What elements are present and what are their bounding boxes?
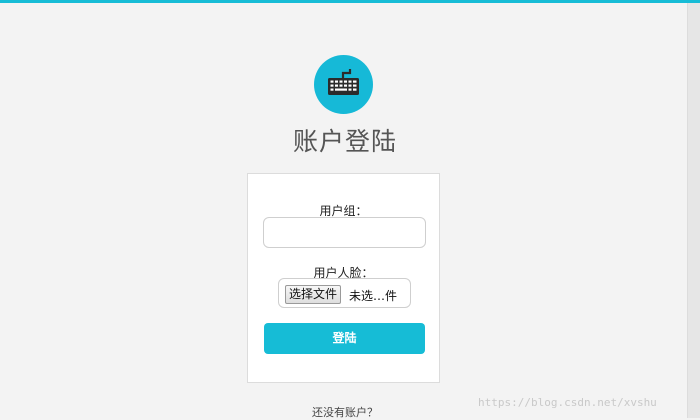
login-button[interactable]: 登陆	[264, 323, 425, 354]
face-file-input[interactable]: 选择文件 未选…件	[278, 278, 411, 308]
user-group-input[interactable]	[263, 217, 426, 248]
login-card: 用户组： 用户人脸： 选择文件 未选…件 登陆	[247, 173, 440, 383]
choose-file-button[interactable]: 选择文件	[285, 285, 342, 304]
scrollbar[interactable]	[687, 3, 700, 418]
file-status-text: 未选…件	[349, 289, 398, 303]
keyboard-icon	[328, 69, 359, 95]
logo	[314, 55, 373, 114]
watermark: https://blog.csdn.net/xvshu	[478, 396, 657, 409]
top-accent-bar	[0, 0, 700, 3]
page-title: 账户登陆	[292, 127, 397, 156]
